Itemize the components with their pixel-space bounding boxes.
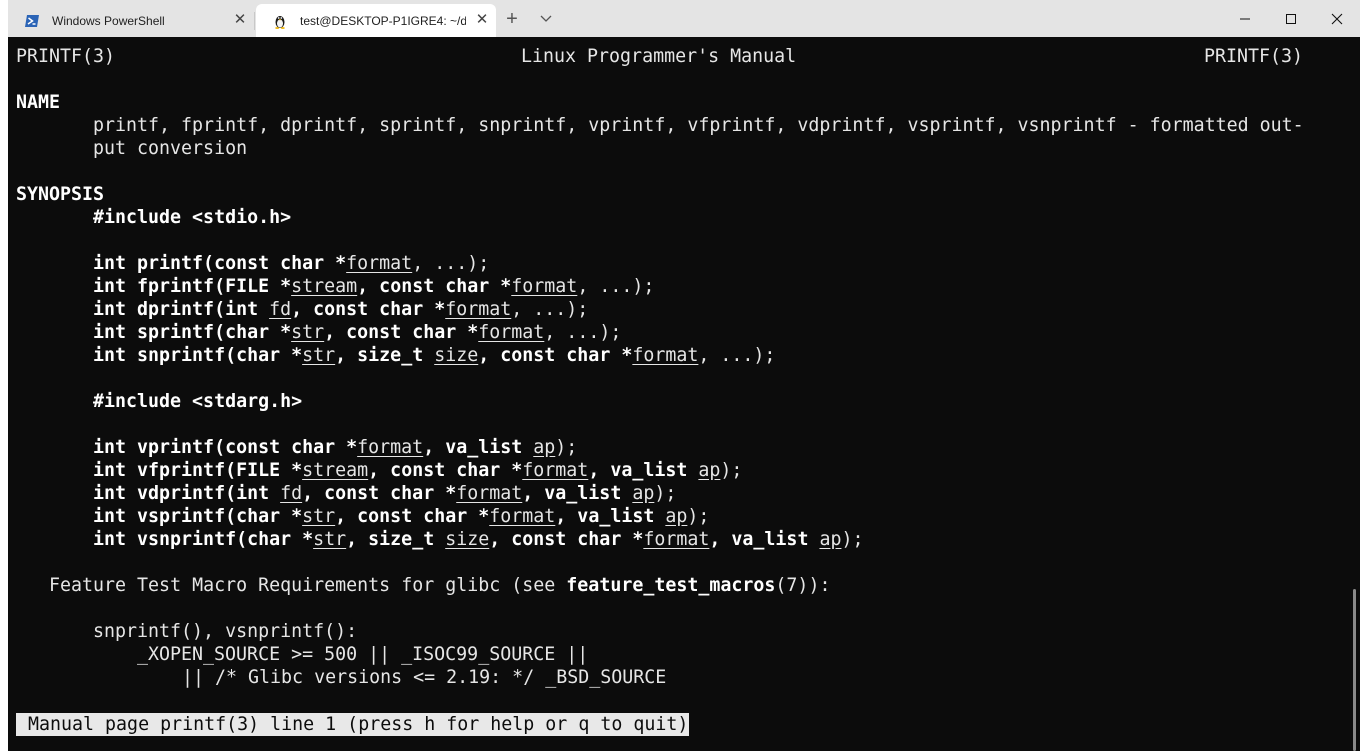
terminal-window: Windows PowerShell ✕ test@DESKTOP-P1IGRE… (8, 0, 1360, 751)
pager-status-bar: Manual page printf(3) line 1 (press h fo… (16, 713, 690, 736)
minimize-button[interactable] (1222, 0, 1268, 37)
terminal-content[interactable]: PRINTF(3) Linux Programmer's Manual PRIN… (8, 37, 1348, 751)
name-description-line: printf, fprintf, dprintf, sprintf, snpri… (93, 115, 1304, 136)
macro-line: || /* Glibc versions <= 2.19: */ _BSD_SO… (182, 667, 667, 688)
feature-test-link: feature_test_macros (566, 575, 776, 596)
include-line: #include <stdarg.h> (93, 391, 303, 412)
synopsis-line: int snprintf(char *str, size_t size, con… (93, 345, 776, 366)
name-description-line: put conversion (93, 138, 248, 159)
synopsis-line: int vdprintf(int fd, const char *format,… (93, 483, 677, 504)
close-icon (1331, 13, 1343, 24)
macro-line: snprintf(), vsnprintf(): (93, 621, 358, 642)
man-header-center: Linux Programmer's Manual (521, 46, 797, 67)
section-heading-name: NAME (16, 92, 61, 113)
tab-bar: Windows PowerShell ✕ test@DESKTOP-P1IGRE… (8, 0, 1360, 37)
close-window-button[interactable] (1314, 0, 1360, 37)
close-icon[interactable]: ✕ (232, 12, 248, 28)
feature-test-line: Feature Test Macro Requirements for glib… (49, 574, 830, 597)
maximize-icon (1286, 13, 1296, 24)
include-line: #include <stdio.h> (93, 207, 292, 228)
synopsis-line: int vsprintf(char *str, const char *form… (93, 506, 710, 527)
synopsis-line: int printf(const char *format, ...); (93, 253, 490, 274)
tab-windows-powershell[interactable]: Windows PowerShell ✕ (8, 4, 254, 37)
new-tab-plus-icon[interactable]: + (502, 9, 522, 29)
synopsis-line: int vprintf(const char *format, va_list … (93, 437, 578, 458)
tab-linux-terminal[interactable]: test@DESKTOP-P1IGRE4: ~/data ✕ (256, 4, 496, 37)
close-icon[interactable]: ✕ (474, 12, 490, 28)
synopsis-line: int sprintf(char *str, const char *forma… (93, 322, 622, 343)
synopsis-line: int vfprintf(FILE *stream, const char *f… (93, 460, 743, 481)
synopsis-line: int vsnprintf(char *str, size_t size, co… (93, 529, 864, 550)
man-header-right: PRINTF(3) (1204, 46, 1304, 67)
scrollbar[interactable] (1348, 37, 1360, 751)
feature-test-suffix: (7)): (775, 575, 831, 596)
powershell-icon (24, 13, 40, 29)
chevron-down-icon[interactable] (536, 9, 556, 29)
tab-label: Windows PowerShell (52, 13, 165, 28)
linux-penguin-icon (272, 13, 288, 29)
section-heading-synopsis: SYNOPSIS (16, 184, 105, 205)
tab-separator (254, 12, 255, 30)
tab-label: test@DESKTOP-P1IGRE4: ~/data (300, 13, 466, 28)
man-header-left: PRINTF(3) (16, 46, 116, 67)
maximize-button[interactable] (1268, 0, 1314, 37)
feature-test-prefix: Feature Test Macro Requirements for glib… (49, 575, 567, 596)
synopsis-line: int fprintf(FILE *stream, const char *fo… (93, 276, 655, 297)
scrollbar-thumb[interactable] (1353, 589, 1356, 751)
synopsis-line: int dprintf(int fd, const char *format, … (93, 299, 589, 320)
macro-line: _XOPEN_SOURCE >= 500 || _ISOC99_SOURCE |… (137, 644, 589, 665)
minimize-icon (1240, 18, 1250, 19)
